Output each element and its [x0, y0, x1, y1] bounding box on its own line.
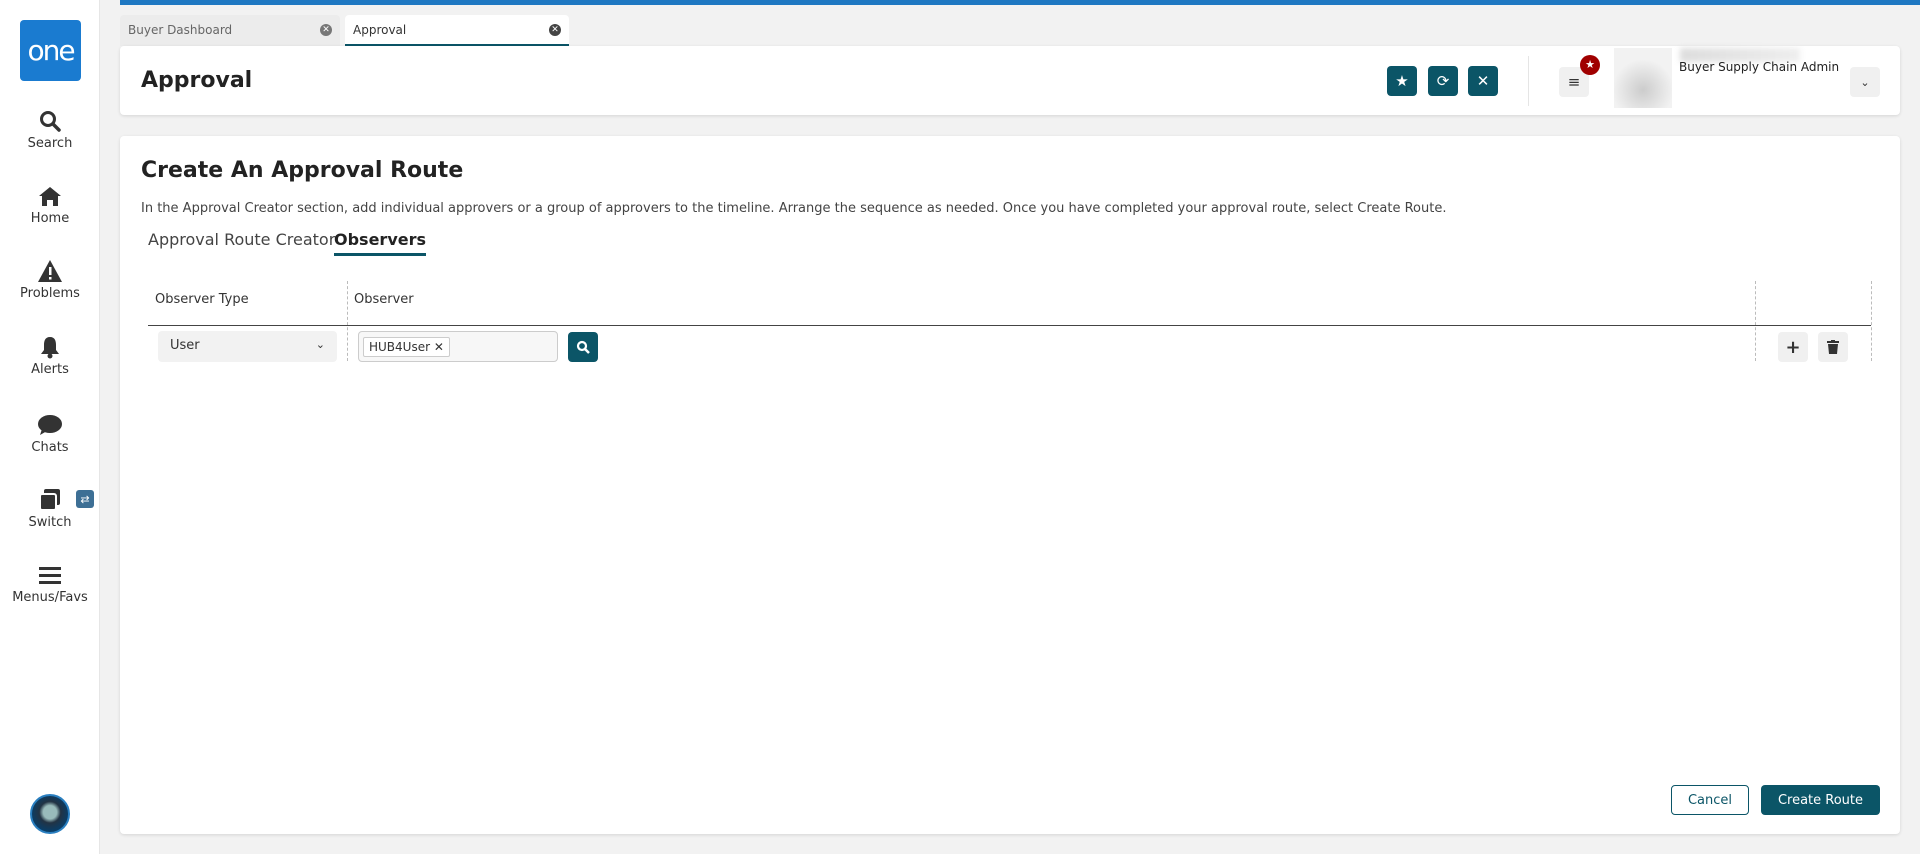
- column-divider: [347, 281, 348, 361]
- menu-lines-icon: ≡: [1567, 73, 1581, 91]
- sidebar-item-label: Alerts: [31, 362, 69, 377]
- tab-observers[interactable]: Observers: [334, 230, 427, 256]
- top-accent-bar: [120, 0, 1920, 5]
- bell-icon: [0, 334, 100, 360]
- sidebar-item-label: Home: [30, 211, 70, 226]
- user-menu-dropdown[interactable]: ⌄: [1850, 67, 1880, 97]
- close-tab-icon[interactable]: ✕: [549, 24, 561, 36]
- search-icon: [576, 340, 590, 354]
- trash-icon: [1827, 340, 1839, 354]
- section-title: Create An Approval Route: [141, 158, 464, 183]
- header-divider: [148, 325, 1871, 326]
- create-route-button[interactable]: Create Route: [1761, 785, 1880, 815]
- close-tab-icon[interactable]: ✕: [320, 24, 332, 36]
- sidebar-item-label: Switch: [28, 515, 72, 530]
- column-divider: [1755, 281, 1756, 361]
- sidebar-item-label: Problems: [20, 286, 80, 301]
- main-panel: Create An Approval Route In the Approval…: [120, 136, 1900, 834]
- profile-avatar[interactable]: [1614, 48, 1672, 108]
- tab-label: Approval: [353, 23, 407, 37]
- swap-badge-icon: ⇄: [76, 490, 94, 508]
- chevron-down-icon: ⌄: [315, 338, 325, 351]
- logo[interactable]: one: [20, 20, 81, 81]
- observer-input[interactable]: HUB4User ✕: [358, 331, 558, 362]
- user-role: Buyer Supply Chain Admin: [1679, 60, 1840, 74]
- page-header: Approval ★ ⟳ ✕ ≡ ★ Buyer Supply Chain Ad…: [120, 46, 1900, 115]
- warning-icon: [0, 258, 100, 284]
- plus-icon: +: [1785, 336, 1801, 358]
- column-divider: [1871, 281, 1872, 361]
- refresh-icon: ⟳: [1436, 72, 1450, 90]
- description: In the Approval Creator section, add ind…: [141, 201, 1447, 216]
- star-icon: ★: [1395, 72, 1409, 90]
- remove-chip-icon[interactable]: ✕: [434, 340, 444, 354]
- observer-chip: HUB4User ✕: [363, 337, 450, 357]
- page-title: Approval: [141, 68, 253, 93]
- tab-label: Buyer Dashboard: [128, 23, 233, 37]
- chip-label: HUB4User: [369, 340, 431, 354]
- favorites-badge-icon: ★: [1580, 55, 1600, 75]
- sidebar-item-chats[interactable]: Chats: [0, 412, 100, 455]
- refresh-button[interactable]: ⟳: [1428, 66, 1458, 96]
- delete-row-button[interactable]: [1818, 332, 1848, 362]
- select-value: User: [170, 338, 200, 353]
- close-button[interactable]: ✕: [1468, 66, 1498, 96]
- sidebar-item-label: Chats: [31, 440, 69, 455]
- sidebar-item-home[interactable]: Home: [0, 183, 100, 226]
- tab-approval[interactable]: Approval ✕: [345, 15, 569, 46]
- column-header-observer-type: Observer Type: [155, 292, 249, 307]
- sidebar-item-problems[interactable]: Problems: [0, 258, 100, 301]
- add-row-button[interactable]: +: [1778, 332, 1808, 362]
- search-icon: [0, 108, 100, 134]
- column-header-observer: Observer: [354, 292, 414, 307]
- favorite-button[interactable]: ★: [1387, 66, 1417, 96]
- divider: [1528, 56, 1529, 106]
- sidebar-item-label: Menus/Favs: [12, 590, 88, 605]
- tab-approval-route-creator[interactable]: Approval Route Creator: [148, 230, 335, 253]
- home-icon: [0, 183, 100, 209]
- chevron-down-icon: ⌄: [1860, 75, 1870, 89]
- sidebar-item-search[interactable]: Search: [0, 108, 100, 151]
- chat-icon: [0, 412, 100, 438]
- observer-search-button[interactable]: [568, 332, 598, 362]
- sidebar-item-alerts[interactable]: Alerts: [0, 334, 100, 377]
- close-icon: ✕: [1476, 72, 1490, 90]
- tab-buyer-dashboard[interactable]: Buyer Dashboard ✕: [120, 15, 340, 46]
- cancel-button[interactable]: Cancel: [1671, 785, 1749, 815]
- menu-icon: [0, 562, 100, 588]
- sidebar: one Search Home Problems Alerts Chats Sw…: [0, 0, 100, 854]
- observer-type-select[interactable]: User ⌄: [158, 331, 337, 362]
- sidebar-item-label: Search: [27, 136, 73, 151]
- user-avatar[interactable]: [30, 794, 70, 834]
- sidebar-item-menus-favs[interactable]: Menus/Favs: [0, 562, 100, 605]
